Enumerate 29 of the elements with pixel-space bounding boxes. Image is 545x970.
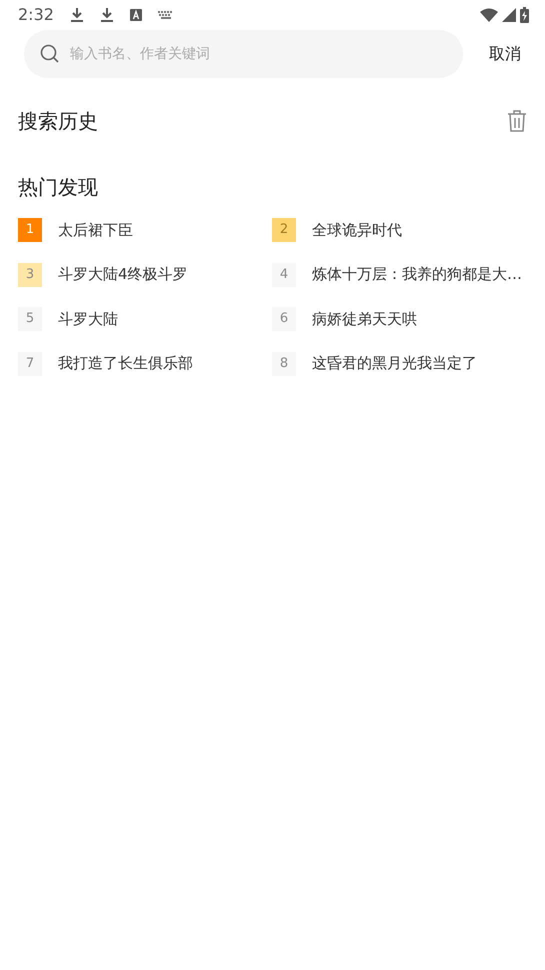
keyboard-icon — [158, 10, 174, 20]
book-title-link[interactable]: 炼体十万层：我养的狗都是大… — [312, 263, 522, 286]
book-title-link[interactable]: 病娇徒弟天天哄 — [312, 308, 417, 330]
download-icon — [100, 7, 114, 23]
book-title-link[interactable]: 全球诡异时代 — [312, 218, 402, 242]
book-title-link[interactable]: 我打造了长生俱乐部 — [58, 352, 193, 375]
rank-badge: 1 — [18, 218, 42, 242]
status-time: 2:32 — [18, 4, 54, 26]
book-title-link[interactable]: 太后裙下臣 — [58, 218, 133, 242]
search-field[interactable]: 输入书名、作者关键词 — [24, 30, 463, 78]
book-title-link[interactable]: 斗罗大陆 — [58, 308, 118, 330]
battery-icon — [520, 7, 529, 23]
rank-badge: 7 — [18, 352, 42, 376]
book-title-link[interactable]: 这昏君的黑月光我当定了 — [312, 352, 477, 375]
section-title: 热门发现 — [18, 175, 98, 199]
cancel-button[interactable]: 取消 — [489, 42, 521, 66]
download-icon — [70, 7, 84, 23]
section-title: 搜索历史 — [18, 108, 98, 135]
trash-icon[interactable] — [507, 109, 527, 133]
app-icon — [130, 9, 142, 21]
rank-badge: 8 — [272, 352, 296, 376]
rank-badge: 2 — [272, 218, 296, 242]
rank-badge: 3 — [18, 262, 42, 286]
book-title-link[interactable]: 斗罗大陆4终极斗罗 — [58, 263, 188, 286]
signal-icon — [502, 8, 516, 22]
rank-badge: 4 — [272, 262, 296, 286]
rank-badge: 5 — [18, 307, 42, 331]
rank-badge: 6 — [272, 307, 296, 331]
wifi-icon — [480, 8, 498, 22]
